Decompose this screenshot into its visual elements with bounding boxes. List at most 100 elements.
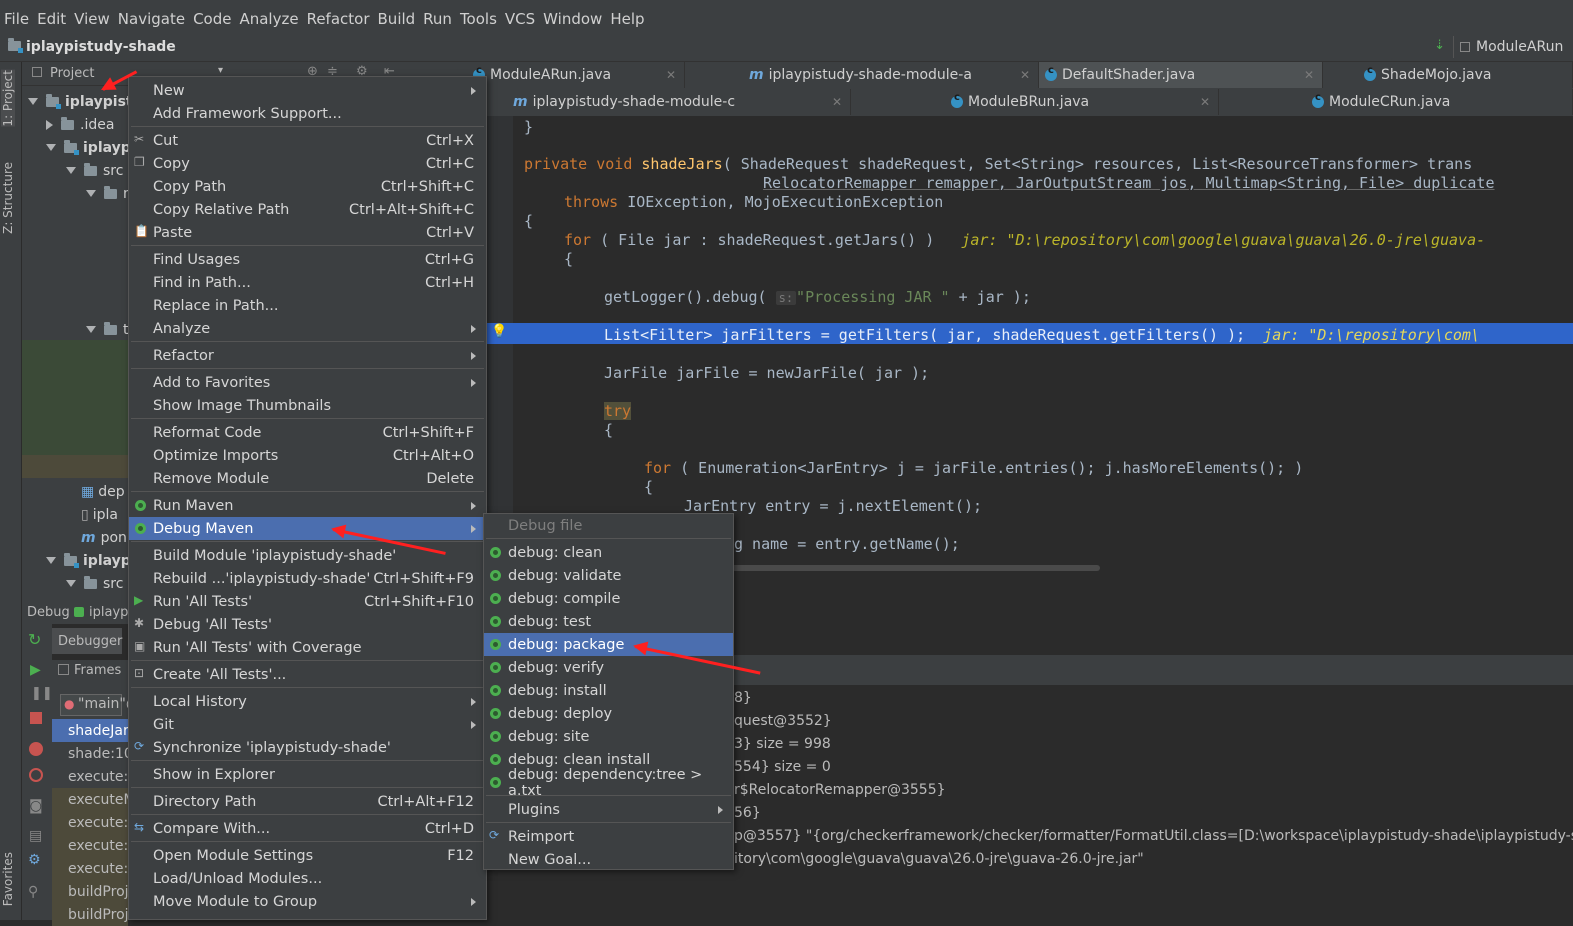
lightbulb-icon[interactable]: 💡 xyxy=(491,324,507,339)
menu-item-analyze[interactable]: Analyze xyxy=(129,317,486,340)
menu-item-find-in-path[interactable]: Find in Path... Ctrl+H xyxy=(129,271,486,294)
close-tab-icon[interactable]: ✕ xyxy=(1200,95,1210,109)
variable-row[interactable]: 56} xyxy=(734,805,761,821)
menu-item-refactor[interactable]: Refactor xyxy=(129,344,486,367)
menu-item-paste[interactable]: 📋 Paste Ctrl+V xyxy=(129,221,486,244)
tree-node[interactable]: .idea xyxy=(46,113,114,136)
menu-item-debug-deploy[interactable]: debug: deploy xyxy=(484,702,733,725)
editor-tab[interactable]: DefaultShader.java ✕ xyxy=(1039,62,1323,88)
vcs-update-icon[interactable]: ⇣ xyxy=(1434,38,1445,53)
stack-frame[interactable]: shadeJar xyxy=(52,719,128,742)
stack-frame[interactable]: buildProj xyxy=(52,903,128,926)
editor-tab[interactable]: m iplaypistudy-shade-module-c ✕ xyxy=(507,89,851,115)
menu-analyze[interactable]: Analyze xyxy=(235,10,302,28)
expand-arrow-icon[interactable] xyxy=(66,580,76,587)
editor-tab[interactable]: ModuleCRun.java xyxy=(1219,89,1573,115)
menu-item-copy-relative-path[interactable]: Copy Relative Path Ctrl+Alt+Shift+C xyxy=(129,198,486,221)
variable-row[interactable]: quest@3552} xyxy=(734,713,832,729)
menu-item-debug-dependency-tree-a-txt[interactable]: debug: dependency:tree > a.txt xyxy=(484,767,733,799)
stack-frame[interactable]: execute:2 xyxy=(52,811,128,834)
editor-tab[interactable]: ShadeMojo.java xyxy=(1323,62,1573,88)
menu-item-load-unload-modules[interactable]: Load/Unload Modules... xyxy=(129,867,486,890)
stack-frame[interactable]: execute:4 xyxy=(52,765,128,788)
menu-build[interactable]: Build xyxy=(374,10,420,28)
close-tab-icon[interactable]: ✕ xyxy=(1304,68,1314,82)
code-line[interactable]: try xyxy=(604,402,632,420)
menu-item-debug-package[interactable]: debug: package xyxy=(484,633,733,656)
variable-row[interactable]: p@3557} "{org/checkerframework/checker/f… xyxy=(734,828,1573,844)
code-line[interactable]: for ( File jar : shadeRequest.getJars() … xyxy=(564,231,1485,249)
tree-node[interactable]: src xyxy=(66,572,123,595)
editor-tab[interactable]: ModuleBRun.java ✕ xyxy=(851,89,1219,115)
camera-icon[interactable]: ◙ xyxy=(29,798,43,814)
variable-row[interactable]: 554} size = 0 xyxy=(734,759,831,775)
tree-node[interactable]: ▦ dep xyxy=(66,480,125,503)
tree-node[interactable]: iplaypi xyxy=(46,136,136,159)
menu-item-add-framework-support[interactable]: Add Framework Support... xyxy=(129,102,486,125)
code-line[interactable]: } xyxy=(524,118,533,136)
code-line[interactable]: { xyxy=(564,250,573,268)
menu-item-copy-path[interactable]: Copy Path Ctrl+Shift+C xyxy=(129,175,486,198)
layout-icon[interactable]: ▤ xyxy=(29,828,42,844)
close-tab-icon[interactable]: ✕ xyxy=(832,95,842,109)
menu-item-local-history[interactable]: Local History xyxy=(129,690,486,713)
menu-item-debug-test[interactable]: debug: test xyxy=(484,610,733,633)
resume-icon[interactable]: ▶ xyxy=(30,662,41,678)
variable-row[interactable]: 8} xyxy=(734,690,752,706)
close-tab-icon[interactable]: ✕ xyxy=(1020,68,1030,82)
menu-navigate[interactable]: Navigate xyxy=(114,10,189,28)
menu-window[interactable]: Window xyxy=(539,10,606,28)
expand-arrow-icon[interactable] xyxy=(66,167,76,174)
menu-item-replace-in-path[interactable]: Replace in Path... xyxy=(129,294,486,317)
menu-item-copy[interactable]: ❐ Copy Ctrl+C xyxy=(129,152,486,175)
code-line[interactable]: g name = entry.getName(); xyxy=(734,535,960,553)
menu-item-plugins[interactable]: Plugins xyxy=(484,798,733,821)
menu-item-debug-maven[interactable]: Debug Maven xyxy=(129,517,486,540)
menu-vcs[interactable]: VCS xyxy=(501,10,539,28)
code-line[interactable]: { xyxy=(604,421,613,439)
menu-item-run-all-tests-with-coverage[interactable]: ▣ Run 'All Tests' with Coverage xyxy=(129,636,486,659)
structure-tool-tab[interactable]: Z: Structure xyxy=(1,162,15,234)
stack-frame[interactable]: buildProj xyxy=(52,880,128,903)
variable-row[interactable]: 3} size = 998 xyxy=(734,736,831,752)
menu-help[interactable]: Help xyxy=(606,10,648,28)
menu-item-debug-validate[interactable]: debug: validate xyxy=(484,564,733,587)
menu-item-debug-compile[interactable]: debug: compile xyxy=(484,587,733,610)
stack-frame[interactable]: shade:10 xyxy=(52,742,128,765)
menu-file[interactable]: File xyxy=(0,10,33,28)
code-line[interactable]: RelocatorRemapper remapper, JarOutputStr… xyxy=(763,174,1495,192)
view-breakpoints-icon[interactable] xyxy=(29,742,43,756)
project-tool-tab[interactable]: 1: Project xyxy=(1,70,15,127)
expand-arrow-icon[interactable] xyxy=(28,98,38,105)
code-line[interactable]: JarFile jarFile = newJarFile( jar ); xyxy=(604,364,929,382)
menu-item-new[interactable]: New xyxy=(129,79,486,102)
rerun-icon[interactable]: ↻ xyxy=(28,630,41,649)
run-config-selector[interactable]: ModuleARun xyxy=(1453,36,1573,58)
menu-item-run-all-tests[interactable]: ▶ Run 'All Tests' Ctrl+Shift+F10 xyxy=(129,590,486,613)
debugger-tab[interactable]: Debugger xyxy=(52,628,122,654)
pause-icon[interactable]: ❚❚ xyxy=(31,686,53,701)
menu-item-run-maven[interactable]: Run Maven xyxy=(129,494,486,517)
menu-item-create-all-tests[interactable]: ⊡ Create 'All Tests'... xyxy=(129,663,486,686)
menu-code[interactable]: Code xyxy=(189,10,235,28)
collapse-arrow-icon[interactable] xyxy=(46,119,53,130)
dropdown-chevron-icon[interactable]: ▾ xyxy=(218,65,223,76)
frames-label[interactable]: Frames xyxy=(74,663,121,678)
menu-item-open-module-settings[interactable]: Open Module Settings F12 xyxy=(129,844,486,867)
tree-node[interactable]: ▯ ipla xyxy=(66,503,118,526)
pin-icon[interactable]: ⚲ xyxy=(28,884,38,900)
settings-icon[interactable]: ⚙ xyxy=(28,852,41,868)
menu-item-rebuild-iplaypistudy-shade[interactable]: Rebuild ...'iplaypistudy-shade' Ctrl+Shif… xyxy=(129,567,486,590)
menu-item-move-module-to-group[interactable]: Move Module to Group xyxy=(129,890,486,913)
code-line[interactable]: { xyxy=(644,478,653,496)
menu-item-debug-install[interactable]: debug: install xyxy=(484,679,733,702)
menu-view[interactable]: View xyxy=(70,10,114,28)
menu-item-git[interactable]: Git xyxy=(129,713,486,736)
menu-item-reimport[interactable]: ⟳ Reimport xyxy=(484,825,733,848)
code-line[interactable]: List<Filter> jarFilters = getFilters( ja… xyxy=(604,326,1480,344)
menu-item-add-to-favorites[interactable]: Add to Favorites xyxy=(129,371,486,394)
menu-run[interactable]: Run xyxy=(419,10,456,28)
stop-icon[interactable] xyxy=(30,712,42,724)
stack-frame[interactable]: execute:1 xyxy=(52,857,128,880)
horizontal-scrollbar[interactable] xyxy=(730,565,1100,571)
